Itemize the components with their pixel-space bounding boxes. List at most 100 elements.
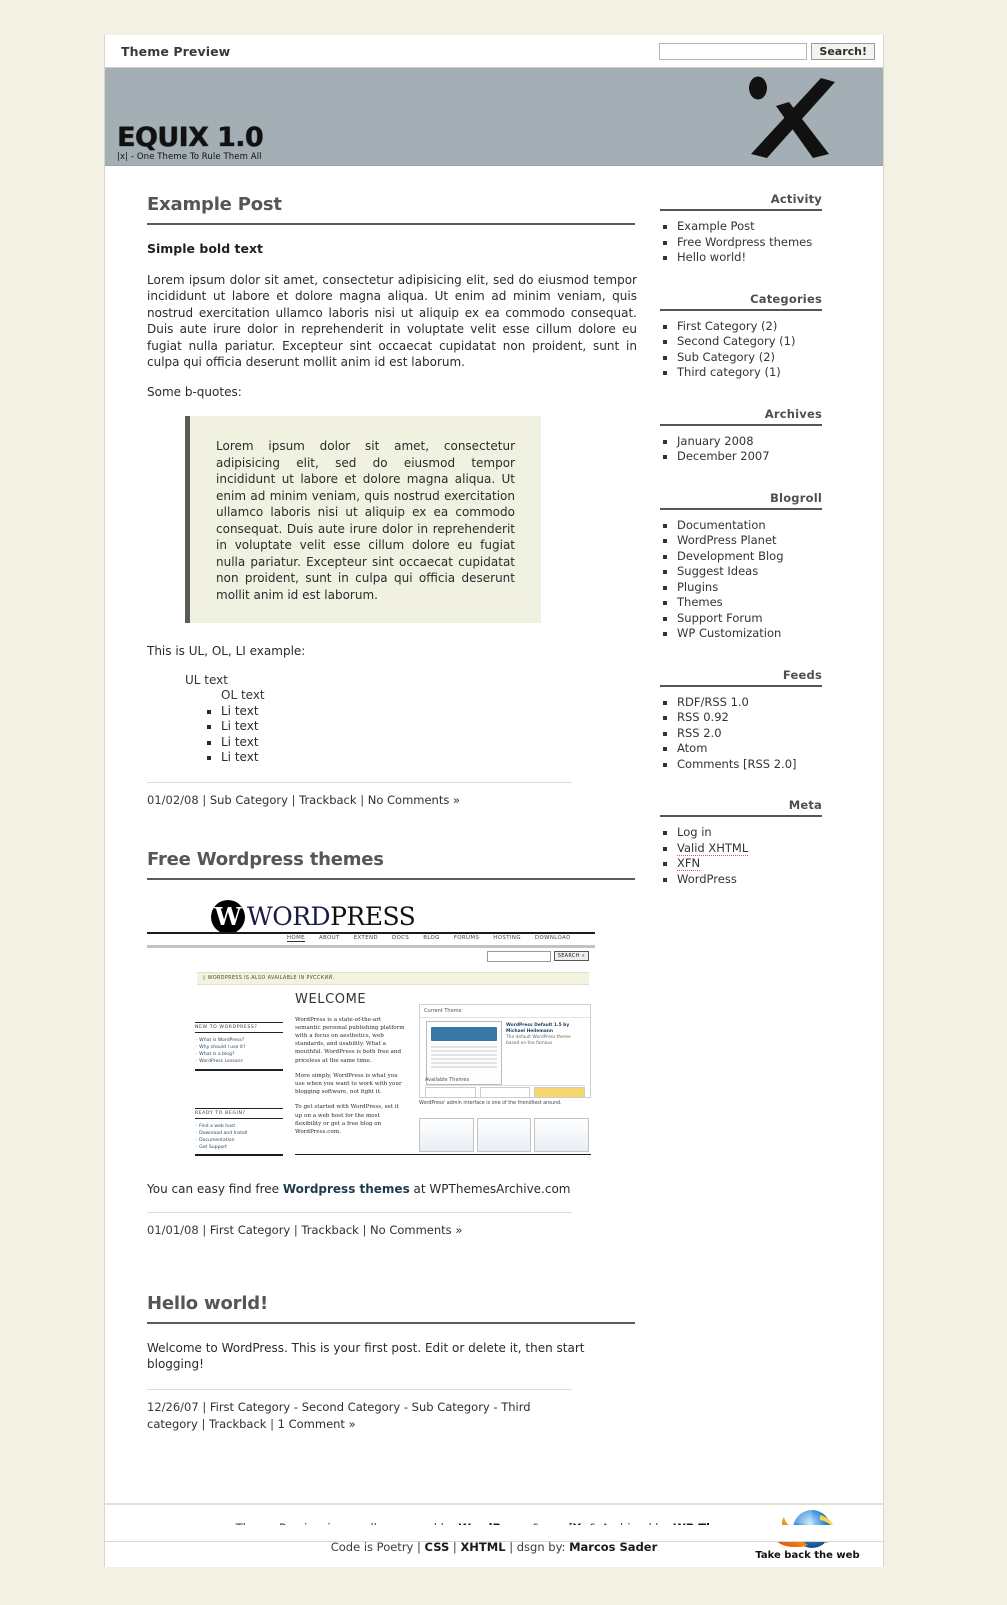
sidebar-item-link[interactable]: RSS 2.0 <box>677 726 722 740</box>
sidebar-item-link[interactable]: RSS 0.92 <box>677 710 729 724</box>
sidebar-item[interactable]: January 2008 <box>677 434 822 450</box>
sidebar-item[interactable]: Example Post <box>677 219 822 235</box>
trackback-link[interactable]: Trackback <box>299 793 356 807</box>
sidebar-item[interactable]: RDF/RSS 1.0 <box>677 695 822 711</box>
sidebar-item-link[interactable]: Comments [RSS 2.0] <box>677 757 797 771</box>
wp-nav-item: DOWNLOAD <box>534 934 571 941</box>
sidebar-item-link[interactable]: Free Wordpress themes <box>677 235 812 249</box>
sidebar-item[interactable]: Third category (1) <box>677 365 822 381</box>
comments-link[interactable]: No Comments » <box>370 1223 462 1237</box>
sidebar-item-link[interactable]: WP Customization <box>677 626 781 640</box>
sidebar-item-link[interactable]: Support Forum <box>677 611 763 625</box>
wp-theme-name: WordPress Default 1.5 by Michael Heilema… <box>506 1022 570 1034</box>
sidebar-item-link[interactable]: January 2008 <box>677 434 754 448</box>
wp-side-item: Documentation <box>195 1137 283 1144</box>
sidebar-item-link[interactable]: XFN <box>677 856 701 871</box>
post-category-link[interactable]: Sub Category <box>210 793 288 807</box>
sidebar-title: Categories <box>750 291 822 306</box>
sidebar-item[interactable]: December 2007 <box>677 449 822 465</box>
wp-screenshot-strip <box>419 1117 590 1152</box>
wp-nav-item: HOME <box>287 934 305 942</box>
sidebar-item[interactable]: Documentation <box>677 518 822 534</box>
sidebar-item[interactable]: Atom <box>677 741 822 757</box>
sidebar-item-link[interactable]: Sub Category (2) <box>677 350 775 364</box>
sidebar-item[interactable]: First Category (2) <box>677 319 822 335</box>
sidebar-item[interactable]: XFN <box>677 856 822 872</box>
wp-nav-rule-secondary <box>147 944 595 948</box>
sidebar-item-link[interactable]: Valid XHTML <box>677 840 749 856</box>
sidebar-item[interactable]: Plugins <box>677 580 822 596</box>
sidebar-item-link[interactable]: First Category (2) <box>677 319 777 333</box>
wp-side-list: What is WordPress? Why should I use it? … <box>195 1037 283 1065</box>
wp-bottom-rule-left <box>195 1153 283 1156</box>
sidebar-item-link[interactable]: Plugins <box>677 580 718 594</box>
sidebar-block-activity: Activity Example Post Free Wordpress the… <box>660 192 822 266</box>
trackback-link[interactable]: Trackback <box>209 1417 266 1431</box>
wp-swatch <box>534 1086 586 1098</box>
sidebar-item-link[interactable]: Atom <box>677 741 707 755</box>
wp-side-item: What is a blog? <box>195 1051 283 1058</box>
meta-sep: | <box>202 1399 207 1414</box>
search-input[interactable] <box>659 42 808 60</box>
sidebar-item-link[interactable]: December 2007 <box>677 449 770 463</box>
post-body: Welcome to WordPress. This is your first… <box>147 1340 637 1373</box>
sidebar-item-link[interactable]: Themes <box>677 595 723 609</box>
sidebar-item-link[interactable]: Documentation <box>677 518 766 532</box>
post-title[interactable]: Free Wordpress themes <box>147 849 650 874</box>
post-title[interactable]: Hello world! <box>147 1293 650 1318</box>
sidebar-item[interactable]: Valid XHTML <box>677 840 822 857</box>
wp-panel-title: Current Theme <box>420 1005 590 1018</box>
sidebar-list: First Category (2) Second Category (1) S… <box>660 319 822 381</box>
sidebar-item[interactable]: Comments [RSS 2.0] <box>677 757 822 773</box>
sidebar-item[interactable]: Log in <box>677 825 822 841</box>
sidebar-rule <box>660 308 822 311</box>
search-button[interactable]: Search! <box>811 42 875 60</box>
li-demo: Li text Li text Li text Li text <box>221 704 637 766</box>
post-meta: 01/01/08 | First Category | Trackback | … <box>147 1211 572 1239</box>
wp-search-button: SEARCH » <box>553 951 589 961</box>
sidebar-item-link[interactable]: Third category (1) <box>677 365 781 379</box>
sidebar-item[interactable]: WordPress Planet <box>677 533 822 549</box>
list-intro: This is UL, OL, LI example: <box>147 644 306 658</box>
sidebar-item[interactable]: Support Forum <box>677 611 822 627</box>
site-logo[interactable]: EQUIX 1.0 |x| - One Theme To Rule Them A… <box>117 124 264 162</box>
sidebar-item[interactable]: Free Wordpress themes <box>677 235 822 251</box>
post-example-post: Example Post Simple bold text Lorem ipsu… <box>147 194 650 809</box>
title-rule <box>147 877 635 880</box>
post-title[interactable]: Example Post <box>147 194 650 219</box>
sidebar-item-link[interactable]: Log in <box>677 825 712 839</box>
sidebar-item-link[interactable]: Second Category (1) <box>677 334 795 348</box>
caption-link[interactable]: Wordpress themes <box>283 1182 410 1196</box>
sidebar-item-link[interactable]: WordPress <box>677 872 737 886</box>
wordpress-wordmark: WORDPRESS <box>247 902 416 931</box>
wp-nav-item: EXTEND <box>353 934 379 941</box>
sidebar-item-link[interactable]: Example Post <box>677 219 755 233</box>
sidebar-item[interactable]: RSS 0.92 <box>677 710 822 726</box>
sidebar-item[interactable]: Themes <box>677 595 822 611</box>
sidebar-item[interactable]: Suggest Ideas <box>677 564 822 580</box>
sidebar-item[interactable]: Sub Category (2) <box>677 350 822 366</box>
sidebar-item-link[interactable]: Hello world! <box>677 250 746 264</box>
wp-paragraph: More simply, WordPress is what you use w… <box>295 1072 402 1096</box>
sidebar-item-link[interactable]: Suggest Ideas <box>677 564 758 578</box>
sidebar-block-feeds: Feeds RDF/RSS 1.0 RSS 0.92 RSS 2.0 Atom … <box>660 668 822 773</box>
sidebar-item[interactable]: WP Customization <box>677 626 822 642</box>
sidebar-item[interactable]: RSS 2.0 <box>677 726 822 742</box>
sidebar-item-link[interactable]: RDF/RSS 1.0 <box>677 695 749 709</box>
post-body: Simple bold text Lorem ipsum dolor sit a… <box>147 241 637 766</box>
comments-link[interactable]: 1 Comment » <box>278 1417 356 1431</box>
sidebar-item[interactable]: Hello world! <box>677 250 822 266</box>
sidebar-item[interactable]: Development Blog <box>677 549 822 565</box>
sidebar-item-link[interactable]: WordPress Planet <box>677 533 777 547</box>
wp-thumb-line <box>431 1049 497 1052</box>
sidebar-item-link[interactable]: Development Blog <box>677 549 784 563</box>
wp-thumb-line <box>431 1053 497 1056</box>
post-category-link[interactable]: First Category <box>210 1223 290 1237</box>
wp-welcome-heading: WELCOME <box>295 991 367 1007</box>
trackback-link[interactable]: Trackback <box>301 1223 358 1237</box>
comments-link[interactable]: No Comments » <box>368 793 460 807</box>
sidebar-item[interactable]: Second Category (1) <box>677 334 822 350</box>
wp-strip-thumb <box>534 1117 590 1152</box>
sidebar-item[interactable]: WordPress <box>677 872 822 888</box>
wp-panel-caption: WordPress' admin interface is one of the… <box>419 1100 562 1106</box>
